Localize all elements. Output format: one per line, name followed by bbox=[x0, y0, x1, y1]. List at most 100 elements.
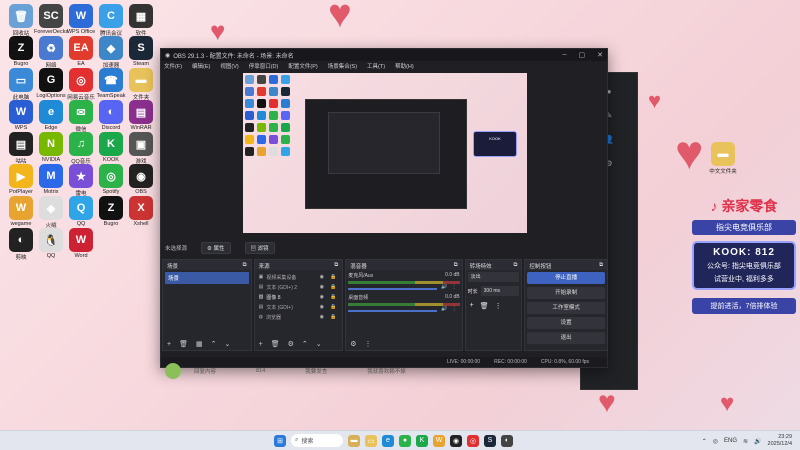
undock-icon[interactable]: ⧉ bbox=[513, 262, 517, 268]
taskbar-app-icon[interactable]: K bbox=[416, 434, 428, 447]
minimize-icon[interactable]: – bbox=[563, 51, 567, 59]
desktop-icon[interactable]: Q QQ bbox=[64, 196, 98, 227]
studio-mode-button[interactable]: 工作室模式 bbox=[527, 302, 605, 314]
more-icon[interactable]: ⋮ bbox=[452, 306, 457, 312]
visibility-icon[interactable]: ◉ bbox=[320, 314, 324, 320]
desktop-icon[interactable]: S Steam bbox=[124, 36, 158, 67]
desktop-icon[interactable]: 🐧 QQ bbox=[34, 228, 68, 259]
volume-slider[interactable] bbox=[348, 287, 438, 290]
desktop-icon[interactable]: W Word bbox=[64, 228, 98, 259]
stop-stream-button[interactable]: 停止直播 bbox=[527, 272, 605, 284]
menu-edit[interactable]: 编辑(E) bbox=[192, 62, 210, 70]
more-icon[interactable]: ⋮ bbox=[364, 340, 371, 348]
desktop-icon[interactable]: ▭ 此电脑 bbox=[4, 68, 38, 101]
desktop-icon[interactable]: ◆ 加速器 bbox=[94, 36, 128, 69]
source-item[interactable]: ▤ 文本 (GDI+) 2 ◉ 🔒 bbox=[257, 282, 341, 292]
exit-button[interactable]: 退出 bbox=[527, 332, 605, 344]
source-item[interactable]: ◍ 浏览器 ◉ 🔒 bbox=[257, 312, 341, 322]
desktop-icon[interactable]: ▤ WinRAR bbox=[124, 100, 158, 131]
desktop-icon[interactable]: 🗑 回收站 bbox=[4, 4, 38, 37]
chevron-up-icon[interactable]: ⌃ bbox=[702, 438, 707, 445]
filter-icon[interactable]: ▦ bbox=[196, 340, 203, 348]
desktop-icon[interactable]: Wwegame bbox=[4, 196, 38, 227]
desktop-icon[interactable]: Z Bugro bbox=[4, 36, 38, 67]
desktop-icon[interactable]: ◈ 火绒 bbox=[34, 196, 68, 229]
up-icon[interactable]: ⌃ bbox=[211, 340, 217, 348]
menu-profile[interactable]: 配置文件(P) bbox=[288, 62, 317, 70]
scene-item[interactable]: 场景 bbox=[165, 272, 249, 284]
lock-icon[interactable]: 🔒 bbox=[330, 294, 336, 300]
volume-slider[interactable] bbox=[348, 309, 438, 312]
visibility-icon[interactable]: ◉ bbox=[320, 274, 324, 280]
down-icon[interactable]: ⌄ bbox=[224, 340, 230, 348]
desktop-icon[interactable]: W WPS Office bbox=[64, 4, 98, 35]
desktop-icon[interactable]: C 腾讯会议 bbox=[94, 4, 128, 37]
clock[interactable]: 23:29 2025/12/4 bbox=[768, 434, 792, 448]
taskbar-app-icon[interactable]: ● bbox=[399, 434, 411, 447]
volume-icon[interactable]: 🔊 bbox=[754, 438, 761, 445]
desktop-icon[interactable]: e Edge bbox=[34, 100, 68, 131]
lock-icon[interactable]: 🔒 bbox=[330, 314, 336, 320]
add-icon[interactable]: + bbox=[259, 341, 263, 348]
desktop-icon[interactable]: ♫ QQ音乐 bbox=[64, 132, 98, 165]
menu-tools[interactable]: 工具(T) bbox=[367, 62, 385, 70]
desktop-icon[interactable]: ◐ Discord bbox=[94, 100, 128, 131]
gear-icon[interactable]: ⚙ bbox=[350, 340, 356, 348]
gear-icon[interactable]: ⚙ bbox=[288, 340, 294, 348]
speaker-icon[interactable]: 🔊 bbox=[441, 284, 447, 290]
desktop-icon[interactable]: ▶ PotPlayer bbox=[4, 164, 38, 195]
menu-docks[interactable]: 停靠窗口(D) bbox=[249, 62, 279, 70]
start-recording-button[interactable]: 开始录制 bbox=[527, 287, 605, 299]
more-icon[interactable]: ⋮ bbox=[495, 302, 502, 310]
menu-scene-collection[interactable]: 场景集合(S) bbox=[328, 62, 357, 70]
desktop-icon[interactable]: ◉ OBS bbox=[124, 164, 158, 195]
settings-button[interactable]: 设置 bbox=[527, 317, 605, 329]
menu-file[interactable]: 文件(F) bbox=[164, 62, 182, 70]
transition-select[interactable]: 淡出 bbox=[467, 272, 520, 282]
lock-icon[interactable]: 🔒 bbox=[330, 274, 336, 280]
network-icon[interactable]: ◎ bbox=[713, 438, 718, 445]
undock-icon[interactable]: ⧉ bbox=[334, 262, 338, 268]
close-icon[interactable]: ✕ bbox=[597, 51, 603, 59]
taskbar-app-icon[interactable]: ◎ bbox=[467, 434, 479, 447]
more-icon[interactable]: ⋮ bbox=[452, 284, 457, 290]
chat-hint[interactable]: 我要发言 bbox=[305, 367, 327, 375]
desktop-icon[interactable]: ◎ 网易云音乐 bbox=[64, 68, 98, 101]
desktop-icon[interactable]: ▣ 游戏 bbox=[124, 132, 158, 165]
taskbar-app-icon[interactable]: ▬ bbox=[348, 434, 360, 447]
delete-icon[interactable]: 🗑 bbox=[179, 340, 188, 348]
desktop-icon[interactable]: ▦ 软件 bbox=[124, 4, 158, 37]
source-item[interactable]: ▤ 文本 (GDI+) ◉ 🔒 bbox=[257, 302, 341, 312]
visibility-icon[interactable]: ◉ bbox=[320, 284, 324, 290]
taskbar-app-icon[interactable]: W bbox=[433, 434, 445, 447]
down-icon[interactable]: ⌄ bbox=[316, 340, 322, 348]
wifi-icon[interactable]: ≋ bbox=[743, 438, 748, 445]
input-language[interactable]: ENG bbox=[724, 438, 737, 444]
desktop-icon[interactable]: X Xshell bbox=[124, 196, 158, 227]
desktop-icon[interactable]: EA EA bbox=[64, 36, 98, 67]
undock-icon[interactable]: ⧉ bbox=[243, 262, 247, 268]
desktop-icon[interactable]: G LogiOptions bbox=[34, 68, 68, 99]
desktop-icon[interactable]: ▬ 文件夹 bbox=[124, 68, 158, 101]
undock-icon[interactable]: ⧉ bbox=[454, 262, 458, 268]
add-icon[interactable]: + bbox=[470, 302, 474, 310]
desktop-icon[interactable]: ✉ 微信 bbox=[64, 100, 98, 133]
delete-icon[interactable]: 🗑 bbox=[480, 302, 489, 310]
visibility-icon[interactable]: ◉ bbox=[320, 304, 324, 310]
desktop-icon[interactable]: ◐ 剪映 bbox=[4, 228, 38, 261]
up-icon[interactable]: ⌃ bbox=[302, 340, 308, 348]
desktop-icon[interactable]: ♻ 网络 bbox=[34, 36, 68, 69]
steam-icon[interactable]: S bbox=[484, 434, 496, 447]
undock-icon[interactable]: ⧉ bbox=[599, 262, 603, 268]
menu-help[interactable]: 帮助(H) bbox=[395, 62, 414, 70]
obs-titlebar[interactable]: ◉ OBS 29.1.3 - 配置文件: 未命名 - 场景: 未命名 – ▢ ✕ bbox=[161, 49, 607, 61]
taskbar-search[interactable]: ⌕ 搜索 bbox=[291, 434, 343, 447]
file-explorer-icon[interactable]: ▭ bbox=[365, 434, 377, 447]
desktop-folder[interactable]: ▬ 中文文件夹 bbox=[706, 142, 740, 175]
desktop-icon[interactable]: K KOOK bbox=[94, 132, 128, 163]
menu-view[interactable]: 视图(V) bbox=[220, 62, 238, 70]
maximize-icon[interactable]: ▢ bbox=[579, 51, 586, 59]
start-icon[interactable]: ⊞ bbox=[274, 434, 286, 447]
source-item[interactable]: ▣ 视频采集设备 ◉ 🔒 bbox=[257, 272, 341, 282]
edge-icon[interactable]: e bbox=[382, 434, 394, 447]
